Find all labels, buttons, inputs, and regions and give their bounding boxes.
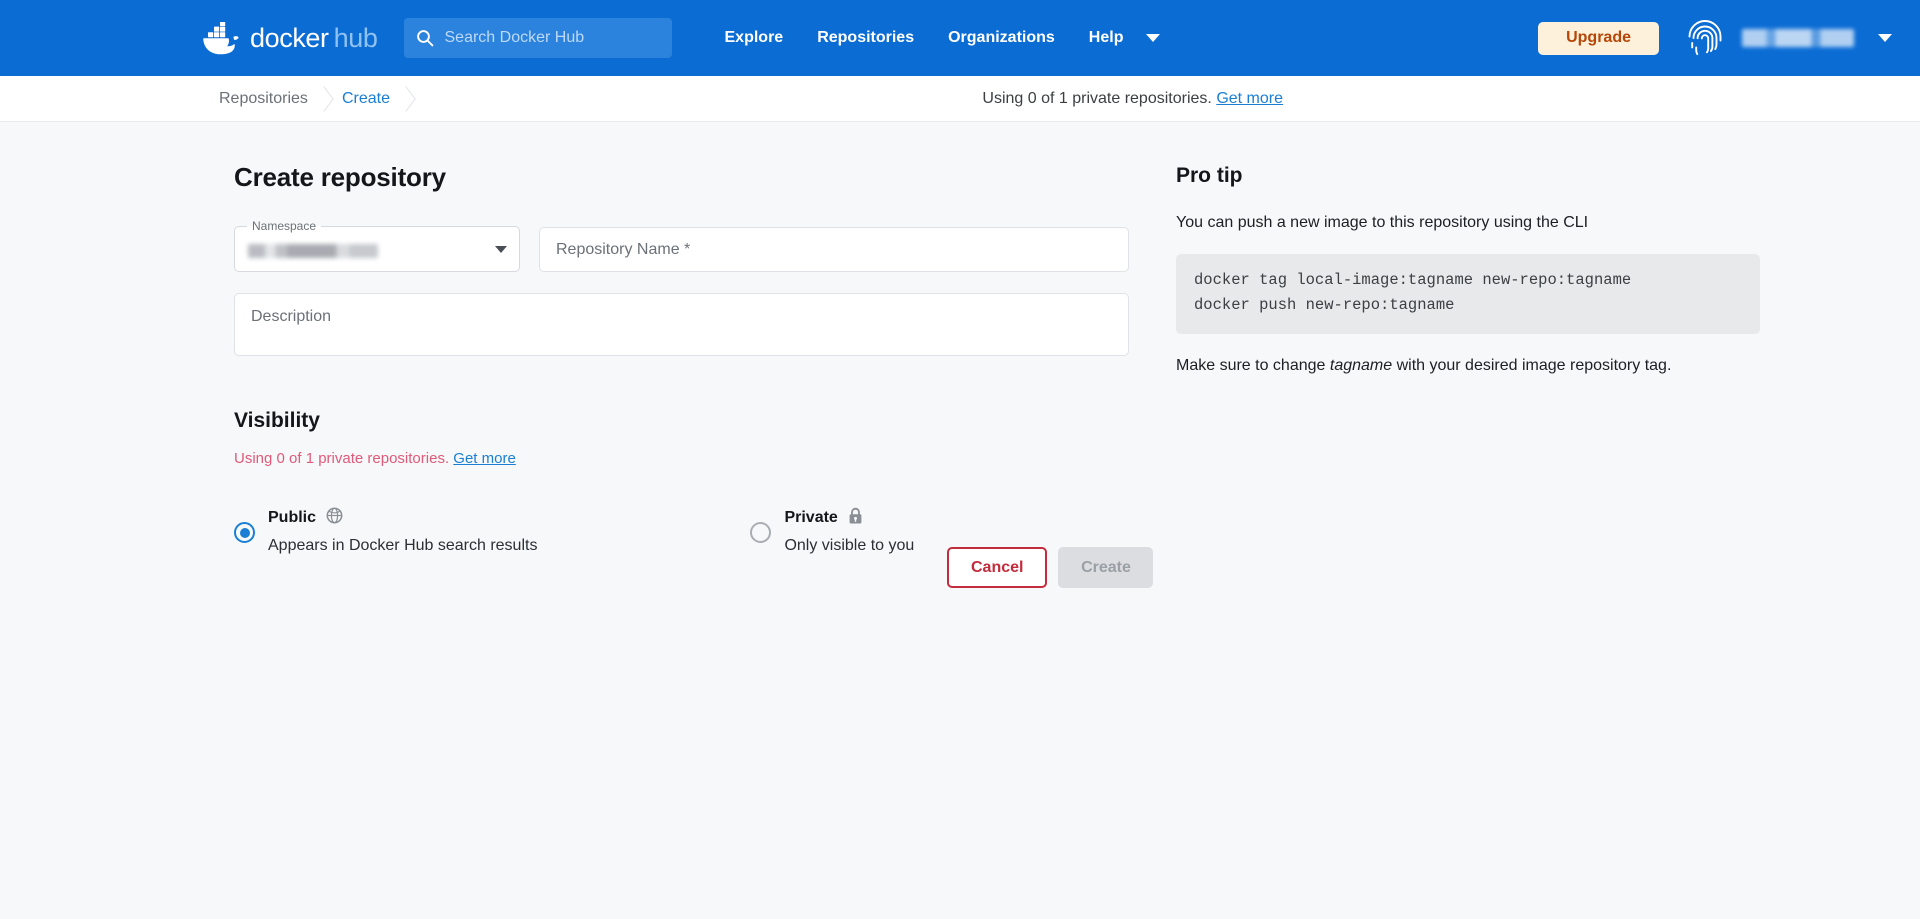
username-redacted xyxy=(1742,29,1854,47)
search-icon xyxy=(416,29,434,47)
globe-icon xyxy=(326,507,343,529)
breadcrumb-item-repositories[interactable]: Repositories xyxy=(0,76,308,122)
top-navigation-bar: dockerhub Explore Repositories Organizat… xyxy=(0,0,1920,76)
create-repository-form: Create repository Namespace Visibility U… xyxy=(0,162,1176,555)
search-box[interactable] xyxy=(404,18,672,58)
visibility-radio-group: Public Appears in Docker Hub search resu… xyxy=(234,505,1176,555)
public-sublabel: Appears in Docker Hub search results xyxy=(268,537,537,555)
help-chevron-down-icon[interactable] xyxy=(1146,34,1160,42)
cli-code-block[interactable]: docker tag local-image:tagname new-repo:… xyxy=(1176,254,1760,334)
top-bar-right-cluster: Upgrade xyxy=(1538,16,1892,60)
pro-tip-footer-emphasis: tagname xyxy=(1330,357,1392,374)
breadcrumb: Repositories Create xyxy=(0,76,424,122)
page-content: Create repository Namespace Visibility U… xyxy=(0,122,1920,555)
visibility-option-public[interactable]: Public Appears in Docker Hub search resu… xyxy=(234,505,537,555)
private-sublabel: Only visible to you xyxy=(784,537,914,555)
cancel-button[interactable]: Cancel xyxy=(947,547,1047,588)
breadcrumb-bar: Repositories Create Using 0 of 1 private… xyxy=(0,76,1920,122)
repository-name-input[interactable] xyxy=(539,227,1129,272)
docker-hub-logo-link[interactable]: dockerhub xyxy=(195,22,378,55)
public-radio-button[interactable] xyxy=(234,522,255,543)
breadcrumb-item-create[interactable]: Create xyxy=(342,76,390,122)
create-button[interactable]: Create xyxy=(1058,547,1153,588)
description-input[interactable] xyxy=(234,293,1129,356)
docker-whale-logo-icon xyxy=(195,22,241,55)
lock-icon xyxy=(848,507,863,530)
visibility-quota: Using 0 of 1 private repositories. Get m… xyxy=(234,450,1176,467)
visibility-get-more-link[interactable]: Get more xyxy=(453,450,516,467)
brand-secondary-text: hub xyxy=(334,23,378,53)
form-actions: Cancel Create xyxy=(947,547,1153,588)
nav-link-help[interactable]: Help xyxy=(1072,29,1141,47)
pro-tip-panel: Pro tip You can push a new image to this… xyxy=(1176,162,1920,555)
visibility-heading: Visibility xyxy=(234,409,1176,433)
namespace-select[interactable]: Namespace xyxy=(234,227,520,272)
main-nav: Explore Repositories Organizations Help xyxy=(708,29,1165,47)
quota-get-more-link[interactable]: Get more xyxy=(1216,90,1283,107)
upgrade-button[interactable]: Upgrade xyxy=(1538,22,1659,55)
pro-tip-lead: You can push a new image to this reposit… xyxy=(1176,214,1760,232)
brand-primary-text: docker xyxy=(250,23,329,53)
namespace-control[interactable] xyxy=(234,227,520,272)
public-label: Public xyxy=(268,509,316,527)
nav-link-explore[interactable]: Explore xyxy=(708,29,801,47)
brand-wordmark: dockerhub xyxy=(250,23,378,54)
namespace-value-redacted xyxy=(248,244,378,258)
pro-tip-footer-after: with your desired image repository tag. xyxy=(1392,357,1671,374)
namespace-chevron-down-icon[interactable] xyxy=(495,246,507,253)
account-chevron-down-icon[interactable] xyxy=(1878,34,1892,42)
pro-tip-footer-before: Make sure to change xyxy=(1176,357,1330,374)
nav-link-repositories[interactable]: Repositories xyxy=(800,29,931,47)
private-repo-quota: Using 0 of 1 private repositories. Get m… xyxy=(982,90,1283,108)
search-input[interactable] xyxy=(445,29,660,47)
private-radio-button[interactable] xyxy=(750,522,771,543)
fingerprint-avatar-icon[interactable] xyxy=(1683,16,1727,60)
breadcrumb-separator-icon xyxy=(308,76,342,122)
pro-tip-footer: Make sure to change tagname with your de… xyxy=(1176,357,1760,375)
visibility-quota-text: Using 0 of 1 private repositories. xyxy=(234,450,449,467)
page-title: Create repository xyxy=(234,162,1176,193)
visibility-option-private[interactable]: Private Only visible to you xyxy=(750,505,914,555)
private-label: Private xyxy=(784,509,837,527)
breadcrumb-separator-icon-2 xyxy=(390,76,424,122)
form-row-namespace-name: Namespace xyxy=(234,227,1176,272)
nav-link-organizations[interactable]: Organizations xyxy=(931,29,1072,47)
pro-tip-title: Pro tip xyxy=(1176,164,1760,188)
quota-text: Using 0 of 1 private repositories. xyxy=(982,90,1211,107)
